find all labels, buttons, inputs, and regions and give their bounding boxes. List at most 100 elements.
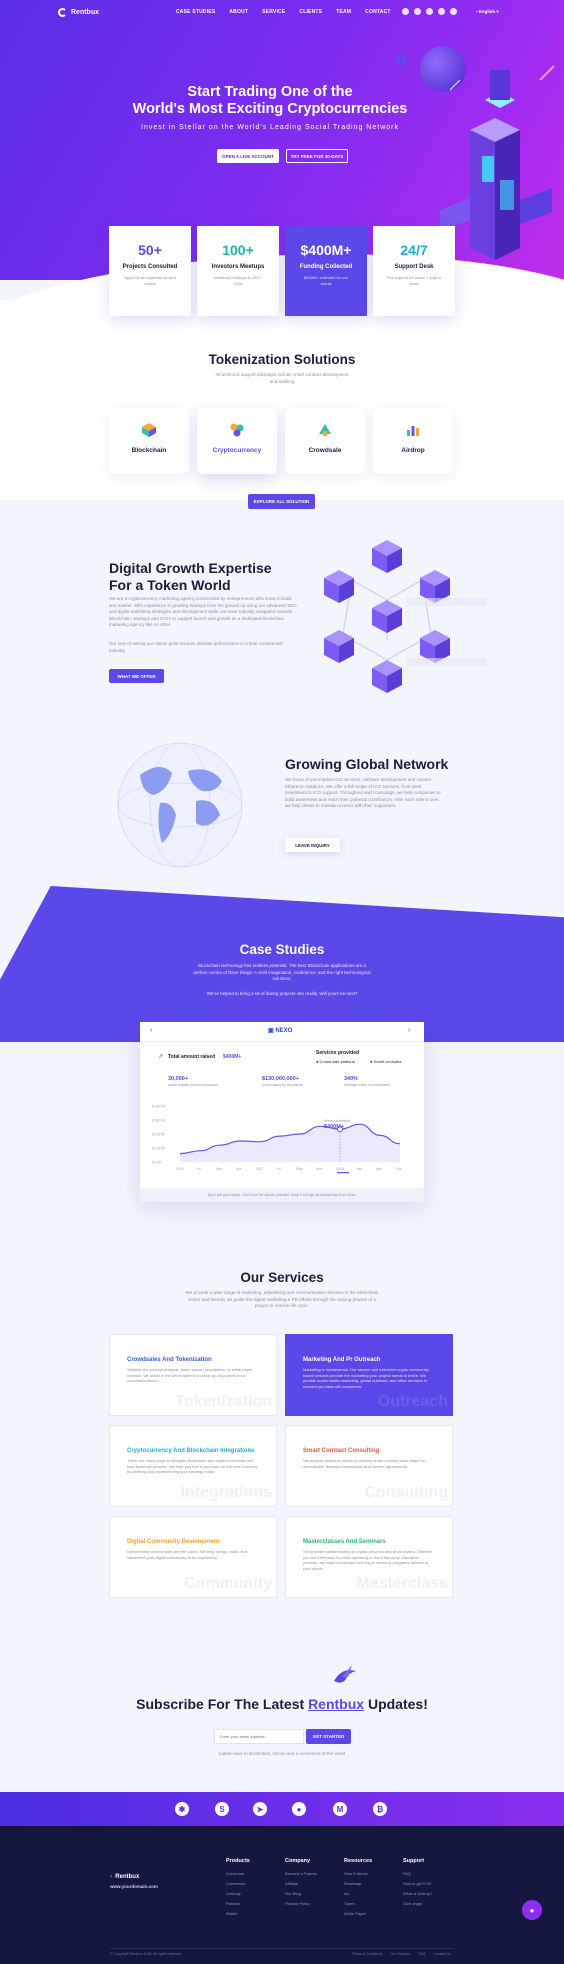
solution-card-cryptocurrency[interactable]: Cryptocurrency <box>197 408 277 474</box>
get-started-button[interactable]: GET STARTED <box>306 1729 351 1744</box>
leave-inquiry-button[interactable]: LEAVE INQUIRY <box>285 838 340 852</box>
nexo-logo: ▣ NEXO <box>268 1028 293 1034</box>
stat-value: $400M+ <box>300 242 352 258</box>
legal-link[interactable]: Contact Us <box>433 1952 450 1956</box>
raised-amount-chart: $ 400 M $ 300 M $ 200 M $ 100 M $ 0 M 2016 Jul… <box>152 1105 401 1174</box>
footer-link[interactable]: Become a Partner <box>285 1869 317 1879</box>
footer-link[interactable]: Custody <box>226 1889 250 1899</box>
solution-card-blockchain[interactable]: Blockchain <box>109 408 189 474</box>
footer-link[interactable]: What is Airdrop? <box>403 1889 432 1899</box>
footer-link[interactable]: Roadmap <box>344 1879 372 1889</box>
footer-link[interactable]: FAQ <box>403 1869 432 1879</box>
open-live-account-button[interactable]: OPEN A LIVE ACCOUNT <box>217 149 279 163</box>
stat-desc: Apply for an expertise project review <box>124 275 176 286</box>
metric-value: $130,000,000+ <box>262 1076 299 1082</box>
service-card[interactable]: Integrations Cryptocurrency And Blockchai… <box>109 1425 277 1507</box>
airdrop-icon <box>407 426 419 436</box>
language-label: English <box>478 9 496 14</box>
language-selector[interactable]: ▪ English ▾ <box>476 9 499 15</box>
reddit-icon[interactable] <box>438 8 445 15</box>
bird-icon <box>334 1665 356 1683</box>
nav-item-service[interactable]: SERVICE <box>262 9 285 15</box>
legal-link[interactable]: FAQ <box>418 1952 425 1956</box>
service-card[interactable]: Consulting Smart Contract Consulting We an… <box>285 1425 453 1507</box>
footer-link[interactable]: Wallet <box>226 1909 250 1919</box>
brand-logo[interactable]: Rentbux <box>58 8 99 17</box>
footer-link[interactable]: Give angel <box>403 1899 432 1909</box>
footer-link[interactable]: Pamela <box>226 1899 250 1909</box>
solution-card-crowdsale[interactable]: Crowdsale <box>285 408 365 474</box>
footer-column-title: Products <box>226 1858 250 1864</box>
slack-icon[interactable]: ✱ <box>175 1802 189 1816</box>
email-input[interactable] <box>214 1729 304 1744</box>
chat-button[interactable]: ● <box>522 1900 542 1920</box>
footer-link[interactable]: Consumer <box>226 1869 250 1879</box>
nav-links: CASE STUDIES ABOUT SERVICE CLIENTS TEAM … <box>176 9 405 15</box>
footer <box>0 1792 564 1964</box>
top-navigation: Rentbux CASE STUDIES ABOUT SERVICE CLIEN… <box>0 0 564 26</box>
footer-link[interactable]: Privacy Policy <box>285 1899 317 1909</box>
footer-column: Support FAQ How to get ETH What is Airdrop?… <box>403 1856 432 1909</box>
card-footer-text: Don't sell your crypto. Don't lose the u… <box>207 1193 357 1197</box>
footer-url[interactable]: www.yourdomain.com <box>110 1884 158 1889</box>
footer-column: Resources How It Works Roadmap Ico Token Whit… <box>344 1856 372 1919</box>
footer-column-title: Support <box>403 1858 425 1864</box>
footer-link[interactable]: Affiliate <box>285 1879 317 1889</box>
service-card[interactable]: Tokenization Crowdsales And Tokenization W… <box>109 1334 277 1416</box>
stat-card-support: 24/7 Support Desk Full support 24 hours … <box>373 226 455 316</box>
x-tick-label: 2018 <box>336 1167 344 1171</box>
nav-item-clients[interactable]: CLIENTS <box>299 9 322 15</box>
nav-item-contact[interactable]: CONTACT <box>365 9 390 15</box>
solution-card-airdrop[interactable]: Airdrop <box>373 408 453 474</box>
case-studies-text: Blockchain technology has endless potent… <box>193 963 371 981</box>
footer-link[interactable]: How to get ETH <box>403 1879 432 1889</box>
footer-link[interactable]: How It Works <box>344 1869 372 1879</box>
chevron-right-icon[interactable]: › <box>408 1027 410 1034</box>
growth-title-line1: Digital Growth Expertise <box>109 560 272 576</box>
telegram-icon[interactable] <box>426 8 433 15</box>
service-card[interactable]: Outreach Marketing And Pr Outreach Marketi… <box>285 1334 453 1416</box>
footer-link[interactable]: White Paper <box>344 1909 372 1919</box>
x-tick-label: Jan <box>356 1167 362 1171</box>
service-title: Masterclasses And Seminars <box>303 1539 386 1545</box>
network-title: Growing Global Network <box>285 756 449 772</box>
nav-item-team[interactable]: TEAM <box>336 9 351 15</box>
explore-all-solution-button[interactable]: EXPLORE ALL SOLUTION <box>248 494 315 509</box>
y-tick-label: $ 200 M <box>152 1133 165 1137</box>
y-tick-label: $ 400 M <box>152 1105 165 1109</box>
skype-icon[interactable]: S <box>215 1802 229 1816</box>
telegram-icon[interactable]: ➤ <box>253 1802 267 1816</box>
stat-card-funding: $400M+ Funding Collected $400M+ collecte… <box>285 226 367 316</box>
footer-link[interactable]: Ico <box>344 1889 372 1899</box>
metric-label: active register investor accounts <box>168 1083 218 1087</box>
legal-link[interactable]: Our Partners <box>390 1952 410 1956</box>
x-tick-label: Apr <box>236 1167 242 1171</box>
service-desc: Whether it's concept analysis, token lau… <box>127 1367 253 1383</box>
footer-link[interactable]: Commerce <box>226 1879 250 1889</box>
what-we-offer-button[interactable]: WHAT WE OFFER <box>109 669 164 683</box>
footer-link[interactable]: Our Blog <box>285 1889 317 1899</box>
chevron-left-icon[interactable]: ‹ <box>150 1027 152 1034</box>
legal-link[interactable]: Terms & Conditions <box>352 1952 382 1956</box>
metric-label: average return on investment <box>344 1083 390 1087</box>
service-card[interactable]: Community Digital Community Development In… <box>109 1516 277 1598</box>
medium-icon[interactable]: M <box>333 1802 347 1816</box>
stat-value: 24/7 <box>400 242 428 258</box>
footer-bottom-line <box>110 1948 454 1949</box>
growth-title-line2: For a Token World <box>109 577 231 593</box>
nav-item-about[interactable]: ABOUT <box>229 9 248 15</box>
service-card[interactable]: Masterclass Masterclasses And Seminars We … <box>285 1516 453 1598</box>
stat-label: Support Desk <box>394 264 434 270</box>
case-studies-text-2: We've helped to bring a lot of daring pr… <box>206 991 358 996</box>
bitcoin-icon[interactable]: ₿ <box>373 1802 387 1816</box>
slack-icon[interactable] <box>402 8 409 15</box>
skype-icon[interactable] <box>414 8 421 15</box>
reddit-icon[interactable]: ● <box>292 1802 306 1816</box>
chat-icon: ● <box>529 1905 535 1915</box>
service-watermark: Outreach <box>377 1393 448 1410</box>
growth-paragraph-2: Our love of seeing our clients grow ensu… <box>109 641 282 653</box>
nav-item-case-studies[interactable]: CASE STUDIES <box>176 9 215 15</box>
bitcoin-icon[interactable] <box>450 8 457 15</box>
try-free-button[interactable]: TRY FREE FOR 30-DAYS <box>286 149 348 163</box>
footer-link[interactable]: Token <box>344 1899 372 1909</box>
